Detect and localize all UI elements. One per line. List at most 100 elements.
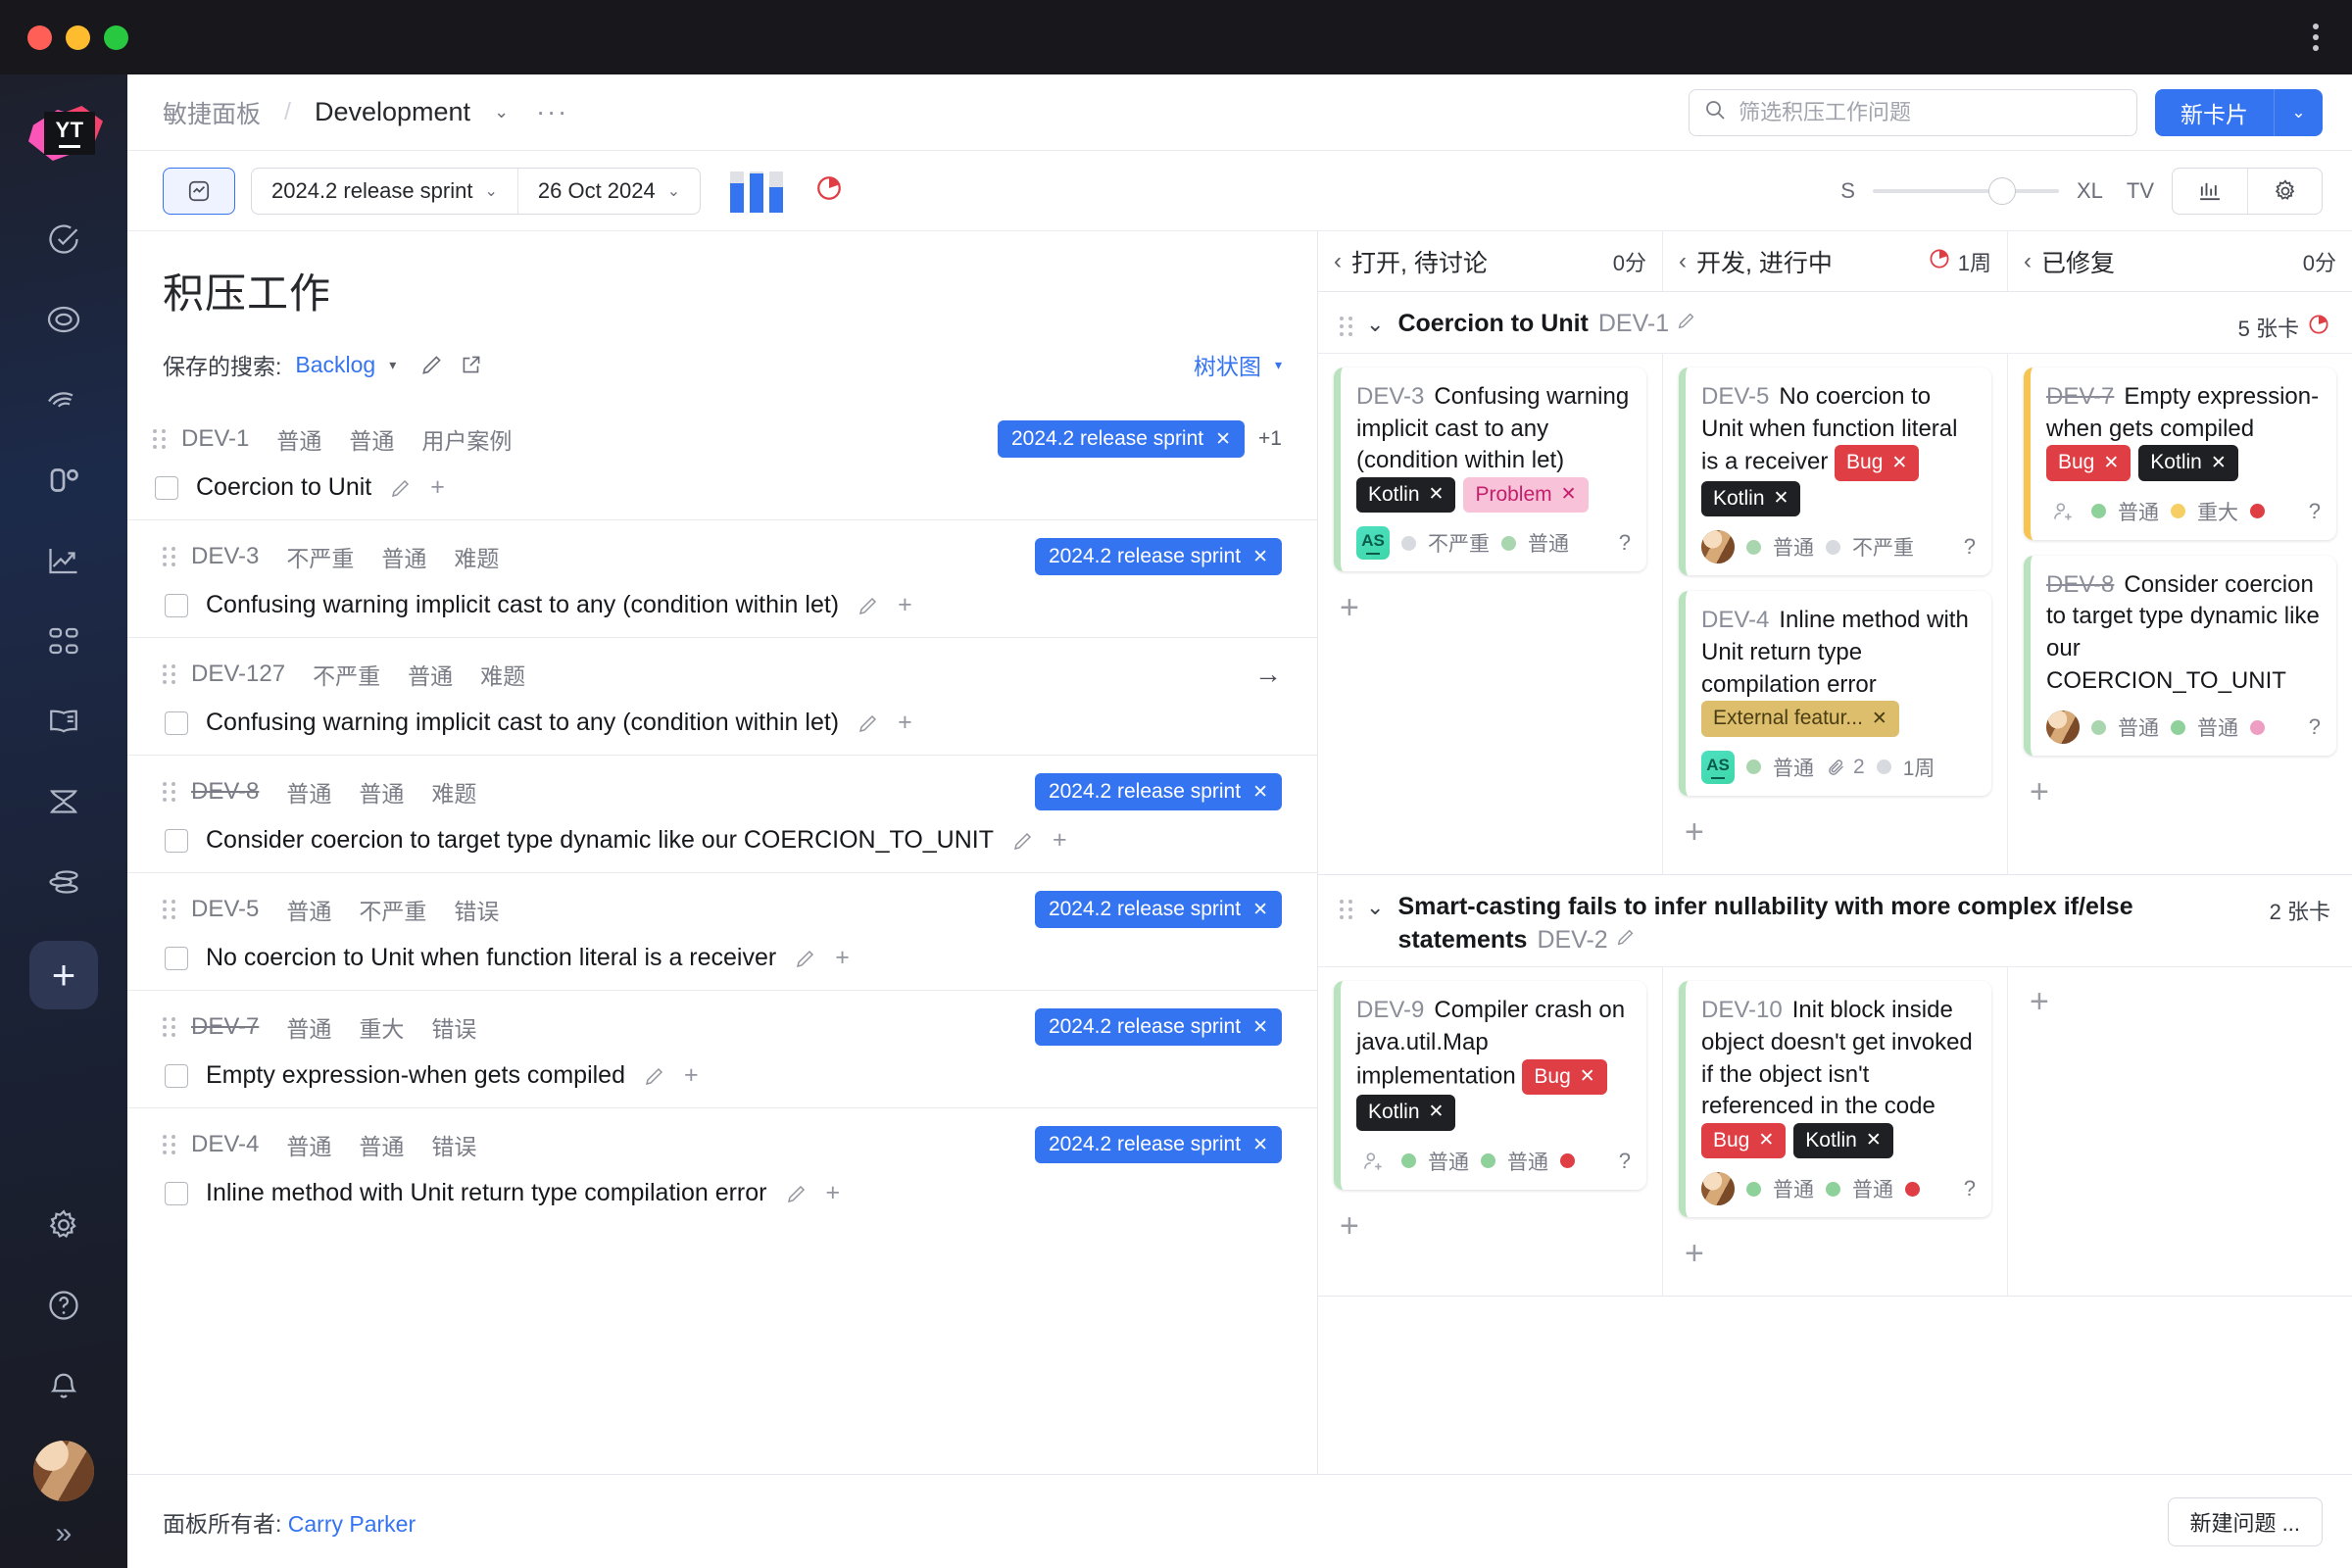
card-question-mark[interactable]: ? (2309, 499, 2321, 524)
card-issue-id[interactable]: DEV-4 (1701, 607, 1769, 633)
window-controls[interactable] (27, 24, 128, 50)
sprint-tag[interactable]: 2024.2 release sprint ✕ (1034, 1008, 1282, 1046)
new-card-dropdown-icon[interactable]: ⌄ (2274, 88, 2323, 136)
statistics-icon[interactable] (2173, 169, 2247, 214)
add-card-button[interactable]: + (2024, 771, 2336, 812)
breadcrumb-root[interactable]: 敏捷面板 (163, 95, 261, 130)
view-mode-select[interactable]: 树状图 (1194, 348, 1261, 381)
pencil-icon[interactable] (1615, 926, 1637, 948)
chevron-left-icon[interactable]: ‹ (2024, 248, 2032, 275)
zero-degree-icon[interactable] (28, 445, 99, 515)
card-issue-id[interactable]: DEV-5 (1701, 383, 1769, 410)
issue-id[interactable]: DEV-7 (191, 1013, 259, 1041)
pencil-icon[interactable] (389, 476, 413, 500)
board-column-header[interactable]: ‹ 已修复 0分 (2008, 231, 2352, 291)
chevron-down-icon[interactable]: ▾ (389, 357, 396, 373)
pencil-icon[interactable] (857, 711, 880, 735)
drag-handle-icon[interactable] (1340, 899, 1352, 919)
extra-tags-count[interactable]: +1 (1258, 427, 1282, 451)
create-button[interactable]: + (29, 941, 98, 1009)
row-checkbox[interactable] (165, 828, 188, 853)
backlog-row[interactable]: DEV-3 不严重 普通 难题 2024.2 release sprint ✕ Confus… (127, 519, 1317, 637)
search-input[interactable] (1739, 99, 2123, 125)
bell-icon[interactable] (28, 1350, 99, 1421)
minimize-window-button[interactable] (66, 24, 90, 50)
add-icon[interactable]: + (835, 944, 850, 972)
remove-tag-icon[interactable]: ✕ (1872, 707, 1887, 732)
board-card[interactable]: DEV-7 Empty expression-when gets compiled… (2024, 368, 2336, 540)
board-card[interactable]: DEV-10 Init block inside object doesn't g… (1679, 981, 1991, 1218)
search-box[interactable] (1689, 88, 2137, 136)
card-question-mark[interactable]: ? (2309, 714, 2321, 740)
remove-tag-icon[interactable]: ✕ (1758, 1128, 1774, 1153)
more-options-icon[interactable]: ··· (536, 97, 568, 127)
remove-tag-icon[interactable]: ✕ (2211, 451, 2227, 476)
board-card[interactable]: DEV-8 Consider coercion to target type dy… (2024, 555, 2336, 757)
stacked-lines-icon[interactable] (28, 847, 99, 917)
remove-tag-icon[interactable]: ✕ (1429, 482, 1445, 508)
card-tag[interactable]: Bug ✕ (1835, 445, 1920, 481)
drag-handle-icon[interactable] (153, 429, 166, 449)
add-icon[interactable]: + (826, 1179, 841, 1207)
add-card-button[interactable]: + (1334, 587, 1646, 628)
grid-apps-icon[interactable] (28, 606, 99, 676)
sprint-tag[interactable]: 2024.2 release sprint ✕ (997, 420, 1246, 458)
pencil-icon[interactable] (794, 947, 817, 970)
avatar[interactable] (2046, 710, 2080, 745)
sprint-select[interactable]: 2024.2 release sprint ⌄ (252, 169, 517, 214)
board-panel-icon[interactable] (163, 167, 235, 215)
chevron-down-icon[interactable]: ⌄ (1366, 312, 1384, 337)
card-question-mark[interactable]: ? (1619, 530, 1631, 556)
avatar[interactable] (1701, 530, 1735, 564)
remove-tag-icon[interactable]: ✕ (1252, 1016, 1268, 1039)
issue-id[interactable]: DEV-1 (181, 425, 249, 453)
drag-handle-icon[interactable] (163, 547, 175, 566)
add-assignee-icon[interactable] (2046, 495, 2080, 528)
chevron-down-icon[interactable]: ⌄ (1366, 895, 1384, 920)
remove-tag-icon[interactable]: ✕ (1561, 482, 1577, 508)
new-card-button[interactable]: 新卡片 (2155, 88, 2274, 136)
backlog-row[interactable]: DEV-5 普通 不严重 错误 2024.2 release sprint ✕ No coe… (127, 872, 1317, 990)
backlog-row[interactable]: DEV-7 普通 重大 错误 2024.2 release sprint ✕ Empty e… (127, 990, 1317, 1107)
sprint-tag[interactable]: 2024.2 release sprint ✕ (1034, 538, 1282, 575)
remove-tag-icon[interactable]: ✕ (1774, 486, 1789, 512)
trend-chart-icon[interactable] (28, 525, 99, 596)
arrow-right-icon[interactable]: → (1254, 659, 1282, 690)
swimlane-header[interactable]: ⌄ Coercion to Unit DEV-1 5 张卡 (1318, 292, 2352, 354)
user-avatar[interactable] (33, 1441, 94, 1501)
help-circle-icon[interactable] (28, 1270, 99, 1341)
card-tag[interactable]: Bug ✕ (1522, 1058, 1607, 1096)
swimlane-header[interactable]: ⌄ Smart-casting fails to infer nullabilit… (1318, 875, 2352, 968)
add-icon[interactable]: + (898, 709, 912, 737)
drag-handle-icon[interactable] (163, 1017, 175, 1037)
card-issue-id[interactable]: DEV-3 (1356, 383, 1424, 410)
board-column-header[interactable]: ‹ 开发, 进行中 1周 (1663, 231, 2008, 291)
card-tag[interactable]: Kotlin ✕ (1701, 480, 1801, 517)
kebab-menu-icon[interactable] (2313, 19, 2319, 56)
card-tag[interactable]: External featur... ✕ (1701, 701, 1899, 737)
pencil-icon[interactable] (785, 1182, 808, 1205)
chevron-down-icon[interactable]: ⌄ (494, 102, 509, 122)
card-tag[interactable]: Kotlin ✕ (1356, 1095, 1456, 1131)
card-tag[interactable]: Problem ✕ (1463, 476, 1589, 514)
date-select[interactable]: 26 Oct 2024 ⌄ (516, 168, 700, 214)
add-assignee-icon[interactable] (1356, 1145, 1390, 1178)
card-tag[interactable]: Kotlin ✕ (1793, 1122, 1893, 1159)
slider-handle[interactable] (1987, 176, 2016, 205)
board-card[interactable]: DEV-5 No coercion to Unit when function l… (1679, 368, 1991, 576)
saved-search-value[interactable]: Backlog (295, 352, 375, 378)
card-issue-id[interactable]: DEV-8 (2046, 571, 2114, 598)
card-issue-id[interactable]: DEV-7 (2046, 383, 2114, 410)
card-tag[interactable]: Bug ✕ (1701, 1122, 1787, 1159)
pencil-icon[interactable] (643, 1064, 666, 1088)
board-card[interactable]: DEV-9 Compiler crash on java.util.Map imp… (1334, 981, 1646, 1190)
add-card-button[interactable]: + (1679, 811, 1991, 853)
row-checkbox[interactable] (165, 1063, 188, 1088)
avatar[interactable] (1701, 1172, 1735, 1206)
add-card-button[interactable]: + (1679, 1233, 1991, 1274)
card-question-mark[interactable]: ? (1619, 1149, 1631, 1174)
board-column-header[interactable]: ‹ 打开, 待讨论 0分 (1318, 231, 1663, 291)
swimlane-title[interactable]: Coercion to Unit DEV-1 (1397, 308, 1697, 341)
remove-tag-icon[interactable]: ✕ (1252, 1134, 1268, 1156)
breadcrumb-current[interactable]: Development (315, 97, 470, 127)
